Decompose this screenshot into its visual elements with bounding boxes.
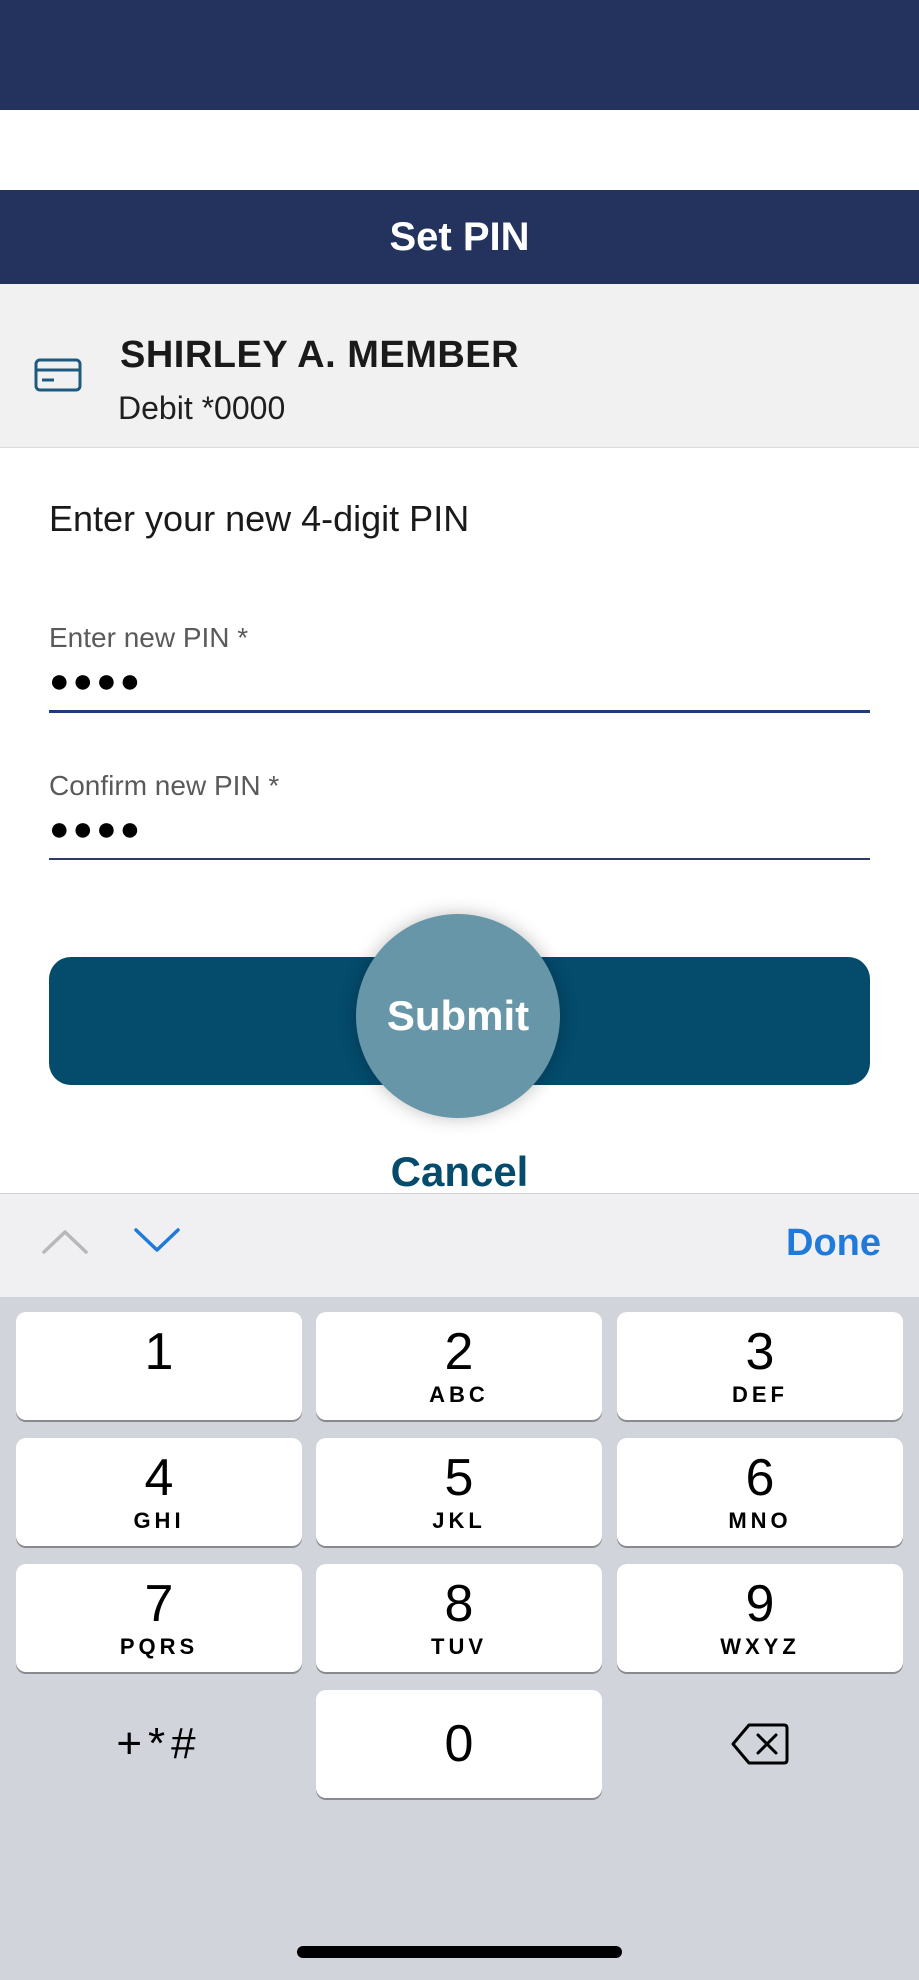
confirm-pin-input[interactable]: ●●●● bbox=[49, 808, 870, 850]
cancel-button[interactable]: Cancel bbox=[0, 1148, 919, 1196]
key-7[interactable]: 7 PQRS bbox=[16, 1564, 302, 1672]
home-indicator[interactable] bbox=[297, 1946, 622, 1958]
key-7-number: 7 bbox=[144, 1575, 174, 1633]
chevron-down-icon[interactable] bbox=[132, 1226, 182, 1256]
symbols-label: +*# bbox=[116, 1719, 202, 1768]
delete-key[interactable] bbox=[617, 1690, 903, 1798]
key-8-number: 8 bbox=[444, 1575, 474, 1633]
key-2-letters: ABC bbox=[429, 1382, 489, 1407]
credit-card-icon bbox=[34, 358, 82, 392]
key-4-letters: GHI bbox=[133, 1508, 185, 1533]
new-pin-underline bbox=[49, 710, 870, 713]
key-1[interactable]: 1 bbox=[16, 1312, 302, 1420]
key-8[interactable]: 8 TUV bbox=[316, 1564, 602, 1672]
card-summary: SHIRLEY A. MEMBER Debit *0000 bbox=[0, 284, 919, 448]
status-bar-area bbox=[0, 0, 919, 110]
done-button[interactable]: Done bbox=[786, 1222, 881, 1265]
numeric-keypad: 1 2 ABC 3 DEF 4 GHI 5 JKL 6 MNO 7 PQRS 8… bbox=[0, 1297, 919, 1980]
submit-button-label[interactable]: Submit bbox=[356, 914, 560, 1118]
key-5[interactable]: 5 JKL bbox=[316, 1438, 602, 1546]
confirm-pin-field[interactable]: Confirm new PIN * ●●●● bbox=[49, 770, 870, 860]
key-3-letters: DEF bbox=[732, 1382, 788, 1407]
page-title: Set PIN bbox=[389, 214, 530, 259]
key-4-number: 4 bbox=[144, 1449, 174, 1507]
confirm-pin-underline bbox=[49, 858, 870, 860]
page-header: Set PIN bbox=[0, 190, 919, 284]
symbols-key[interactable]: +*# bbox=[16, 1690, 302, 1798]
key-2-number: 2 bbox=[444, 1323, 474, 1381]
key-5-number: 5 bbox=[444, 1449, 474, 1507]
key-1-number: 1 bbox=[144, 1323, 174, 1381]
card-account: Debit *0000 bbox=[118, 390, 286, 426]
key-6[interactable]: 6 MNO bbox=[617, 1438, 903, 1546]
key-2[interactable]: 2 ABC bbox=[316, 1312, 602, 1420]
key-9-number: 9 bbox=[745, 1575, 775, 1633]
confirm-pin-label: Confirm new PIN * bbox=[49, 770, 280, 801]
key-0-number: 0 bbox=[444, 1715, 474, 1773]
card-holder-name: SHIRLEY A. MEMBER bbox=[120, 334, 520, 376]
new-pin-field[interactable]: Enter new PIN * ●●●● bbox=[49, 622, 870, 713]
key-1-letters bbox=[16, 1382, 302, 1408]
key-3-number: 3 bbox=[745, 1323, 775, 1381]
chevron-up-icon[interactable] bbox=[40, 1226, 90, 1256]
key-9-letters: WXYZ bbox=[720, 1634, 800, 1659]
key-8-letters: TUV bbox=[431, 1634, 487, 1659]
keyboard-toolbar: Done bbox=[0, 1193, 919, 1297]
new-pin-label: Enter new PIN * bbox=[49, 622, 249, 653]
pin-instruction: Enter your new 4-digit PIN bbox=[49, 498, 470, 539]
key-0[interactable]: 0 bbox=[316, 1690, 602, 1798]
key-6-number: 6 bbox=[745, 1449, 775, 1507]
key-3[interactable]: 3 DEF bbox=[617, 1312, 903, 1420]
key-9[interactable]: 9 WXYZ bbox=[617, 1564, 903, 1672]
key-4[interactable]: 4 GHI bbox=[16, 1438, 302, 1546]
backspace-icon bbox=[731, 1723, 789, 1765]
key-7-letters: PQRS bbox=[119, 1634, 199, 1659]
key-5-letters: JKL bbox=[432, 1508, 486, 1533]
key-6-letters: MNO bbox=[728, 1508, 792, 1533]
new-pin-input[interactable]: ●●●● bbox=[49, 660, 870, 702]
